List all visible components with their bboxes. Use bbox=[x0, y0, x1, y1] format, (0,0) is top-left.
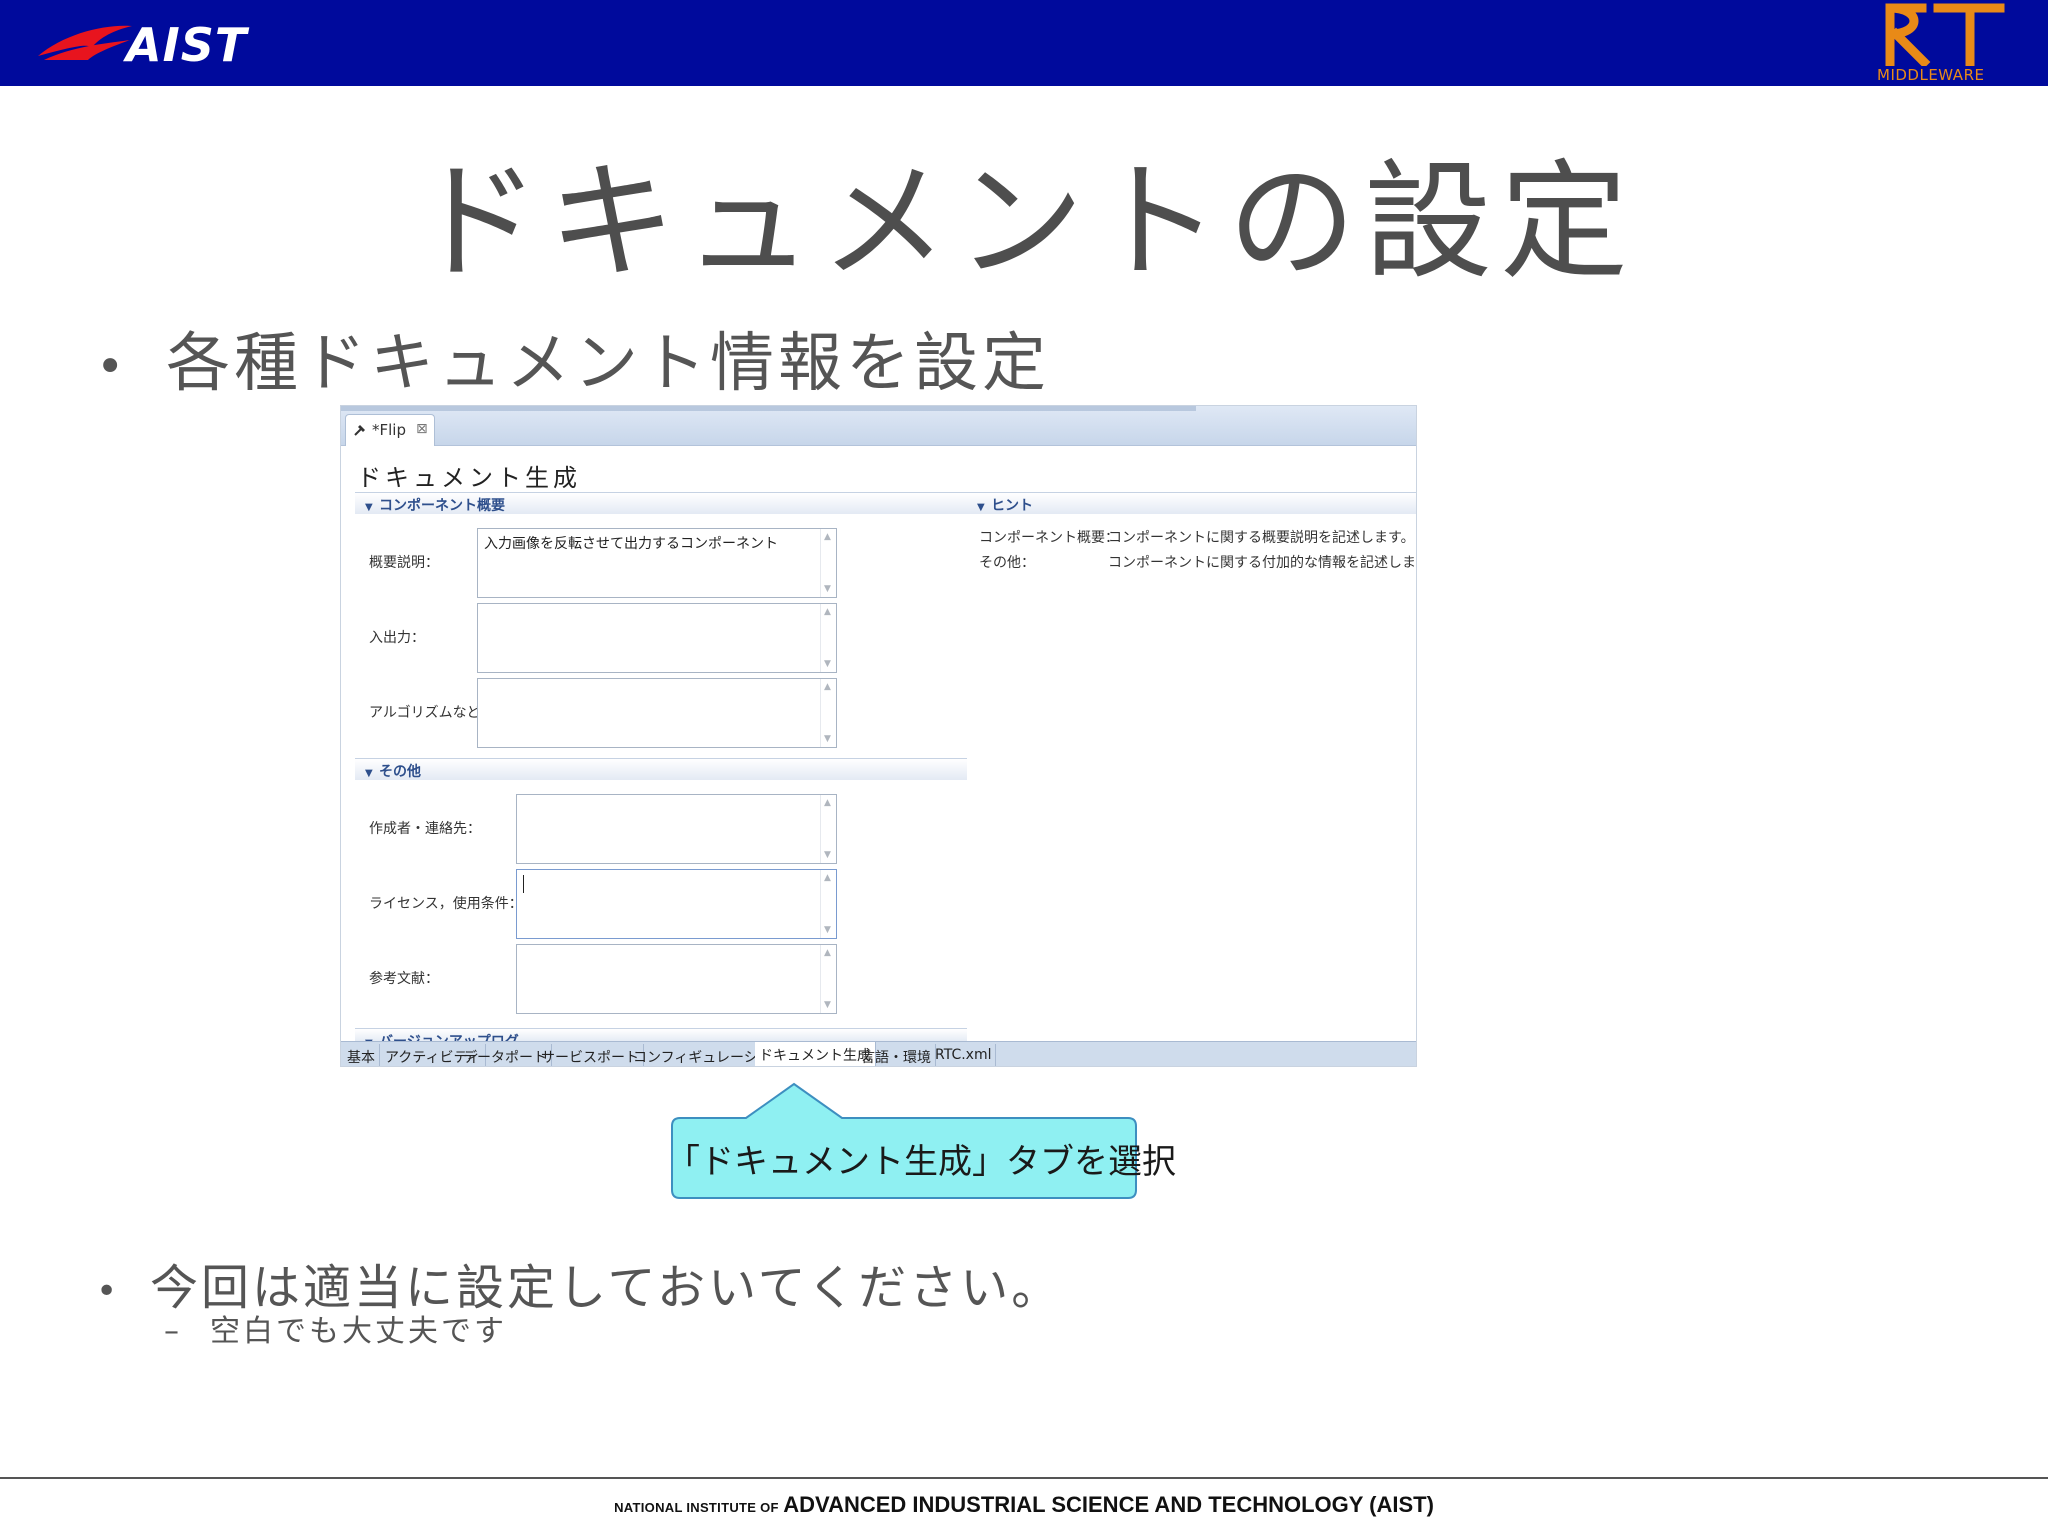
section-version-header[interactable]: ▼バージョンアップログ bbox=[355, 1028, 967, 1042]
slide-title: ドキュメントの設定 bbox=[411, 148, 1636, 297]
callout-text: 「ドキュメント生成」タブを選択 bbox=[666, 1142, 1176, 1182]
scroll-down-icon[interactable]: ▼ bbox=[824, 584, 831, 594]
rt-logo-text: MIDDLEWARE bbox=[1877, 66, 1985, 84]
bullet-primary-text: 各種ドキュメント情報を設定 bbox=[166, 327, 1050, 401]
scroll-up-icon[interactable]: ▲ bbox=[824, 682, 831, 692]
scroll-down-icon[interactable]: ▼ bbox=[824, 659, 831, 669]
reference-field[interactable]: ▲ ▼ bbox=[516, 944, 837, 1014]
description-label: 概要説明： bbox=[369, 555, 439, 571]
hint-value-overview: コンポーネントに関する概要説明を記述します。 bbox=[1108, 530, 1415, 546]
editor-top-strip bbox=[341, 406, 1196, 411]
author-scrollbar[interactable]: ▲ ▼ bbox=[820, 795, 836, 863]
sub-bullet-dash: – bbox=[164, 1314, 182, 1349]
hammer-icon bbox=[354, 425, 365, 436]
bottom-tab-bar: 基本 アクティビティ データポート サービスポート コンフィギュレーション ドキ… bbox=[341, 1041, 1416, 1066]
rt-mark-icon bbox=[1885, 3, 2005, 66]
license-scrollbar[interactable]: ▲ ▼ bbox=[820, 870, 836, 938]
aist-logo: AIST bbox=[34, 16, 254, 72]
scroll-down-icon[interactable]: ▼ bbox=[824, 1000, 831, 1010]
license-field[interactable]: ▲ ▼ bbox=[516, 869, 837, 939]
io-field[interactable]: ▲ ▼ bbox=[477, 603, 837, 673]
io-scrollbar[interactable]: ▲ ▼ bbox=[820, 604, 836, 672]
hint-key-overview: コンポーネント概要： bbox=[979, 530, 1119, 546]
footer-small-text: NATIONAL INSTITUTE OF bbox=[614, 1500, 779, 1515]
section-other-label: その他 bbox=[379, 764, 421, 780]
editor-tab-label: *Flip bbox=[372, 421, 406, 439]
tab-language-environment[interactable]: 言語・環境 bbox=[857, 1044, 936, 1066]
bullet-primary: • 各種ドキュメント情報を設定 bbox=[96, 312, 1050, 404]
collapse-triangle-icon: ▼ bbox=[365, 502, 373, 513]
license-label: ライセンス，使用条件： bbox=[369, 896, 523, 912]
rt-middleware-logo: MIDDLEWARE bbox=[1860, 0, 2020, 86]
section-overview-header[interactable]: ▼ コンポーネント概要 bbox=[355, 492, 967, 514]
scroll-up-icon[interactable]: ▲ bbox=[824, 798, 831, 808]
collapse-triangle-icon: ▼ bbox=[977, 502, 985, 513]
text-caret bbox=[523, 875, 524, 893]
sub-bullet-text: 空白でも大丈夫です bbox=[210, 1314, 507, 1349]
tab-serviceport[interactable]: サービスポート bbox=[537, 1044, 644, 1066]
algorithm-field[interactable]: ▲ ▼ bbox=[477, 678, 837, 748]
scroll-up-icon[interactable]: ▲ bbox=[824, 948, 831, 958]
collapse-triangle-icon: ▼ bbox=[365, 768, 373, 779]
aist-swoosh-icon bbox=[38, 25, 132, 60]
scroll-up-icon[interactable]: ▲ bbox=[824, 607, 831, 617]
hint-key-other: その他： bbox=[979, 555, 1035, 571]
footer: NATIONAL INSTITUTE OF ADVANCED INDUSTRIA… bbox=[0, 1492, 2048, 1518]
section-hint-header[interactable]: ▼ ヒント bbox=[967, 492, 1416, 514]
hint-value-other: コンポーネントに関する付加的な情報を記述します。 bbox=[1108, 555, 1417, 571]
scroll-up-icon[interactable]: ▲ bbox=[824, 873, 831, 883]
author-label: 作成者・連絡先： bbox=[369, 821, 481, 837]
editor-tab-flip[interactable]: *Flip ⊠ bbox=[345, 414, 435, 446]
editor-screenshot: *Flip ⊠ ドキュメント生成 ▼ コンポーネント概要 概要説明： 入力画像を反… bbox=[340, 405, 1417, 1067]
scroll-down-icon[interactable]: ▼ bbox=[824, 734, 831, 744]
section-hint-label: ヒント bbox=[991, 498, 1033, 514]
section-overview-label: コンポーネント概要 bbox=[379, 498, 505, 514]
description-value: 入力画像を反転させて出力するコンポーネント bbox=[484, 536, 778, 552]
header-bar: AIST MIDDLEWARE bbox=[0, 0, 2048, 86]
close-icon[interactable]: ⊠ bbox=[416, 421, 428, 437]
bullet-dot: • bbox=[96, 1270, 121, 1312]
description-field[interactable]: 入力画像を反転させて出力するコンポーネント ▲ ▼ bbox=[477, 528, 837, 598]
callout-bubble: 「ドキュメント生成」タブを選択 bbox=[666, 1082, 1176, 1202]
aist-logo-text: AIST bbox=[126, 18, 248, 72]
description-scrollbar[interactable]: ▲ ▼ bbox=[820, 529, 836, 597]
scroll-down-icon[interactable]: ▼ bbox=[824, 850, 831, 860]
scroll-down-icon[interactable]: ▼ bbox=[824, 925, 831, 935]
footer-big-text: ADVANCED INDUSTRIAL SCIENCE AND TECHNOLO… bbox=[783, 1492, 1434, 1517]
reference-scrollbar[interactable]: ▲ ▼ bbox=[820, 945, 836, 1013]
author-field[interactable]: ▲ ▼ bbox=[516, 794, 837, 864]
scroll-up-icon[interactable]: ▲ bbox=[824, 532, 831, 542]
bullet-dot: • bbox=[96, 339, 129, 396]
reference-label: 参考文献： bbox=[369, 971, 439, 987]
tab-basic[interactable]: 基本 bbox=[343, 1044, 380, 1066]
io-label: 入出力： bbox=[369, 630, 425, 646]
editor-page-heading: ドキュメント生成 bbox=[357, 464, 581, 492]
editor-tab-bar: *Flip ⊠ bbox=[341, 406, 1416, 446]
section-other-header[interactable]: ▼ その他 bbox=[355, 758, 967, 780]
tab-rtc-xml[interactable]: RTC.xml bbox=[931, 1044, 997, 1066]
algorithm-scrollbar[interactable]: ▲ ▼ bbox=[820, 679, 836, 747]
sub-bullet: – 空白でも大丈夫です bbox=[164, 1306, 507, 1350]
algorithm-label: アルゴリズムなど： bbox=[369, 705, 495, 721]
footer-divider bbox=[0, 1477, 2048, 1479]
